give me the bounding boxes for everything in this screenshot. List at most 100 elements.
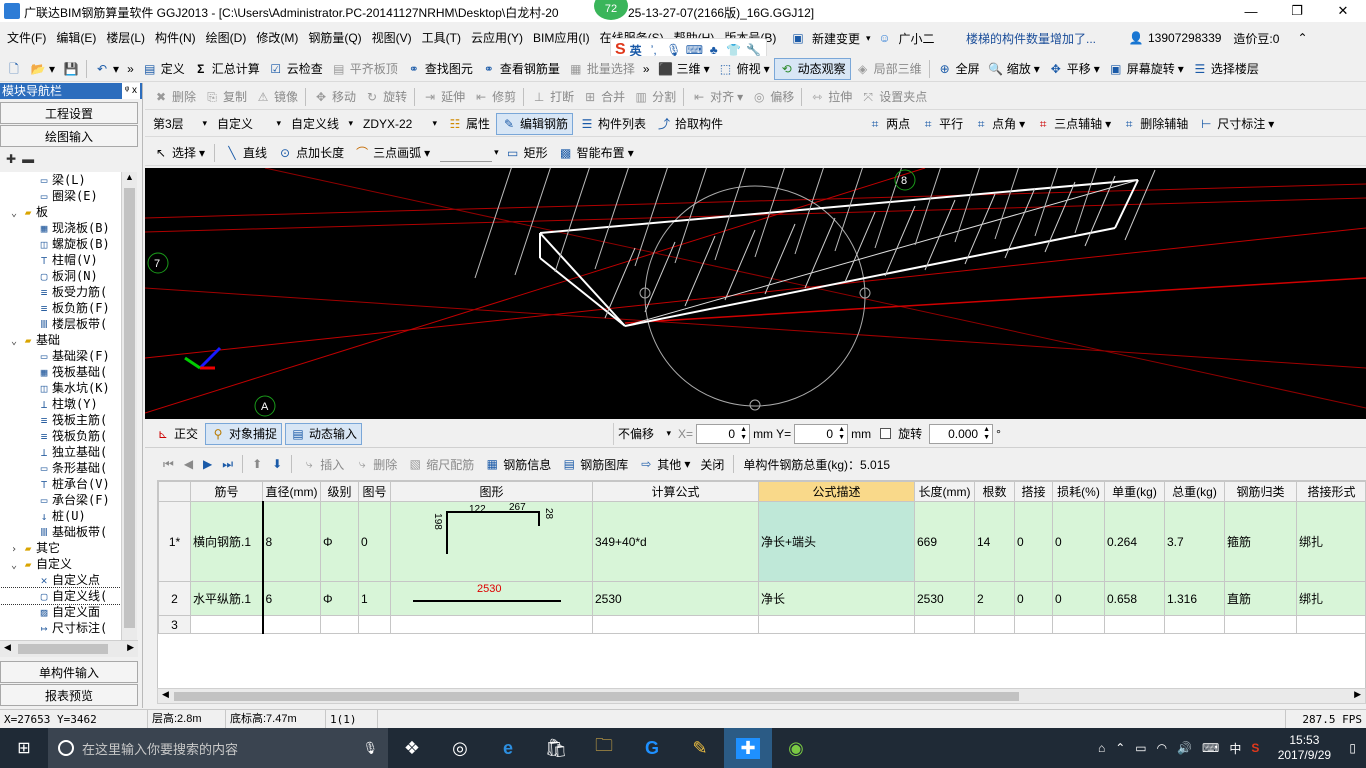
tree-item[interactable]: ▭ 梁(L) xyxy=(0,172,121,188)
menu-item[interactable]: 云应用(Y) xyxy=(466,27,528,49)
table-cell-fig[interactable] xyxy=(358,615,391,634)
tree-item[interactable]: ▢ 自定义线( xyxy=(0,587,121,605)
notification-badge[interactable]: 72 xyxy=(594,0,628,20)
table-scroll-left-icon[interactable]: ◀ xyxy=(162,689,169,700)
column-header[interactable]: 计算公式 xyxy=(592,481,759,502)
tree-item[interactable]: ≡ 筏板负筋( xyxy=(0,428,121,444)
table-cell-no[interactable]: 1* xyxy=(158,501,191,582)
table-cell-grade[interactable]: Φ xyxy=(320,501,359,582)
drawing-input-button[interactable]: 绘图输入 xyxy=(0,125,138,147)
tree-item[interactable]: ▢ 板洞(N) xyxy=(0,268,121,284)
report-preview-button[interactable]: 报表预览 xyxy=(0,684,138,706)
edit-tool-0[interactable]: ✖ 删除 xyxy=(149,86,200,108)
rotate-input[interactable]: 0.000 ▲ ▼ xyxy=(929,423,994,444)
first-record-button[interactable]: ⏮ xyxy=(159,453,178,475)
top-view-button[interactable]: ⬚ 俯视 ▾ xyxy=(714,58,774,80)
table-cell-dia[interactable]: 6 xyxy=(262,581,321,616)
table-cell-lap_type[interactable]: 绑扎 xyxy=(1296,581,1365,616)
menu-item[interactable]: BIM应用(I) xyxy=(528,27,595,49)
keyboard-tray-icon[interactable]: ⌨ xyxy=(1202,741,1219,755)
edit-tool-3[interactable]: ✥ 移动 xyxy=(309,86,360,108)
store-icon[interactable]: 🛍 xyxy=(532,728,580,768)
table-cell-lap[interactable]: 0 xyxy=(1014,581,1053,616)
edit-tool-7[interactable]: ⊥ 打断 xyxy=(527,86,578,108)
menu-item[interactable]: 文件(F) xyxy=(2,27,51,49)
column-header[interactable]: 损耗(%) xyxy=(1052,481,1105,502)
ortho-toggle[interactable]: ⊾ 正交 xyxy=(151,423,202,445)
sogou-tray-icon[interactable]: S xyxy=(1251,741,1259,755)
tree-item[interactable]: ▭ 圈梁(E) xyxy=(0,188,121,204)
last-record-button[interactable]: ⏭ xyxy=(218,453,237,475)
dynamic-view-button[interactable]: ⟲ 动态观察 xyxy=(773,57,851,80)
move-down-button[interactable]: ⬇ xyxy=(268,453,286,475)
table-cell-count[interactable]: 2 xyxy=(974,581,1015,616)
column-header[interactable]: 总重(kg) xyxy=(1164,481,1225,502)
three-point-axis-button[interactable]: ⌗ 三点辅轴 ▾ xyxy=(1031,113,1115,135)
green-app-icon[interactable]: ◉ xyxy=(772,728,820,768)
tree-expander-icon[interactable]: ⌄ xyxy=(8,206,20,222)
offset-mode-select[interactable]: 不偏移 ▾ xyxy=(613,422,675,445)
edit-tool-1[interactable]: ⎘ 复制 xyxy=(200,86,251,108)
notes-icon[interactable]: ✎ xyxy=(676,728,724,768)
tree-item[interactable]: ⌄ ▰ 自定义 xyxy=(0,556,121,572)
object-snap-toggle[interactable]: ⚲ 对象捕捉 xyxy=(205,422,283,445)
edge-icon[interactable]: e xyxy=(484,728,532,768)
tree-item[interactable]: ▭ 承台梁(F) xyxy=(0,492,121,508)
table-cell-formula[interactable] xyxy=(592,615,759,634)
tree-item[interactable]: ▨ 自定义面 xyxy=(0,604,121,620)
tree-item[interactable]: Ⅲ 基础板带( xyxy=(0,524,121,540)
point-length-button[interactable]: ⊙ 点加长度 xyxy=(273,142,348,164)
edit-tool-2[interactable]: ⚠ 镜像 xyxy=(251,86,302,108)
edit-tool-5[interactable]: ⇥ 延伸 xyxy=(418,86,469,108)
column-header[interactable]: 搭接形式 xyxy=(1296,481,1365,502)
table-cell-desc[interactable]: 净长 xyxy=(758,581,915,616)
table-cell-cat[interactable] xyxy=(1224,615,1297,634)
rotate-screen-button[interactable]: ▣ 屏幕旋转 ▾ xyxy=(1104,58,1188,80)
new-change-menu[interactable]: 新建变更 xyxy=(812,30,860,47)
table-cell-loss[interactable]: 0 xyxy=(1052,581,1105,616)
align-top-button[interactable]: ▤ 平齐板顶 xyxy=(327,58,402,80)
edit-tool-11[interactable]: ◎ 偏移 xyxy=(747,86,798,108)
batch-select-button[interactable]: ▦ 批量选择 xyxy=(564,58,639,80)
view-3d-dropdown[interactable]: ⬛ 三维 ▾ xyxy=(654,58,714,80)
close-button[interactable]: ✕ xyxy=(1320,0,1366,22)
edit-tool-10[interactable]: ⇤ 对齐 ▾ xyxy=(687,86,747,108)
table-cell-lap[interactable]: 0 xyxy=(1014,501,1053,582)
table-cell-count[interactable]: 14 xyxy=(974,501,1015,582)
tree-item[interactable]: › ▰ 其它 xyxy=(0,540,121,556)
table-cell-length[interactable]: 669 xyxy=(914,501,975,582)
column-header[interactable]: 搭接 xyxy=(1014,481,1053,502)
tree-item[interactable]: ↓ 桩(U) xyxy=(0,508,121,524)
column-header[interactable]: 图号 xyxy=(358,481,391,502)
table-cell-unit_w[interactable]: 0.658 xyxy=(1104,581,1165,616)
tree-item[interactable]: ≡ 筏板主筋( xyxy=(0,412,121,428)
edit-tool-13[interactable]: ⤧ 设置夹点 xyxy=(856,86,931,108)
scroll-right-icon[interactable]: ▶ xyxy=(127,642,134,653)
tree-scrollbar[interactable]: ▲ xyxy=(121,172,137,640)
edit-tool-12[interactable]: ⇿ 拉伸 xyxy=(805,86,856,108)
file-explorer-icon[interactable]: 🗀 xyxy=(580,728,628,768)
column-header[interactable]: 级别 xyxy=(320,481,359,502)
menu-pin-icon[interactable]: ⌃ xyxy=(1297,31,1307,45)
arc-option-select[interactable] xyxy=(440,144,493,162)
menu-item[interactable]: 楼层(L) xyxy=(101,27,150,49)
column-header[interactable] xyxy=(158,481,191,502)
sum-button[interactable]: Σ 汇总计算 xyxy=(189,58,264,80)
tree-item[interactable]: ⊤ 桩承台(V) xyxy=(0,476,121,492)
table-cell-lap_type[interactable]: 绑扎 xyxy=(1296,501,1365,582)
glodon-icon[interactable]: G xyxy=(628,728,676,768)
tree-item[interactable]: ⊥ 独立基础( xyxy=(0,444,121,460)
smart-layout-button[interactable]: ▩ 智能布置 ▾ xyxy=(554,142,638,164)
column-header[interactable]: 单重(kg) xyxy=(1104,481,1165,502)
tree-item[interactable]: ⌄ ▰ 基础 xyxy=(0,332,121,348)
parallel-button[interactable]: ⌗ 平行 xyxy=(916,113,967,135)
collapse-all-icon[interactable]: ▬ xyxy=(22,152,34,166)
battery-icon[interactable]: ▭ xyxy=(1135,741,1146,755)
table-cell-total_w[interactable]: 3.7 xyxy=(1164,501,1225,582)
table-cell-unit_w[interactable] xyxy=(1104,615,1165,634)
ime-tray[interactable]: 中 xyxy=(1229,740,1241,757)
edit-tool-8[interactable]: ⊞ 合并 xyxy=(578,86,629,108)
tree-item[interactable]: ◫ 螺旋板(B) xyxy=(0,236,121,252)
tree-item[interactable]: ↦ 尺寸标注( xyxy=(0,620,121,636)
delete-axis-button[interactable]: ⌗ 删除辅轴 xyxy=(1117,113,1192,135)
